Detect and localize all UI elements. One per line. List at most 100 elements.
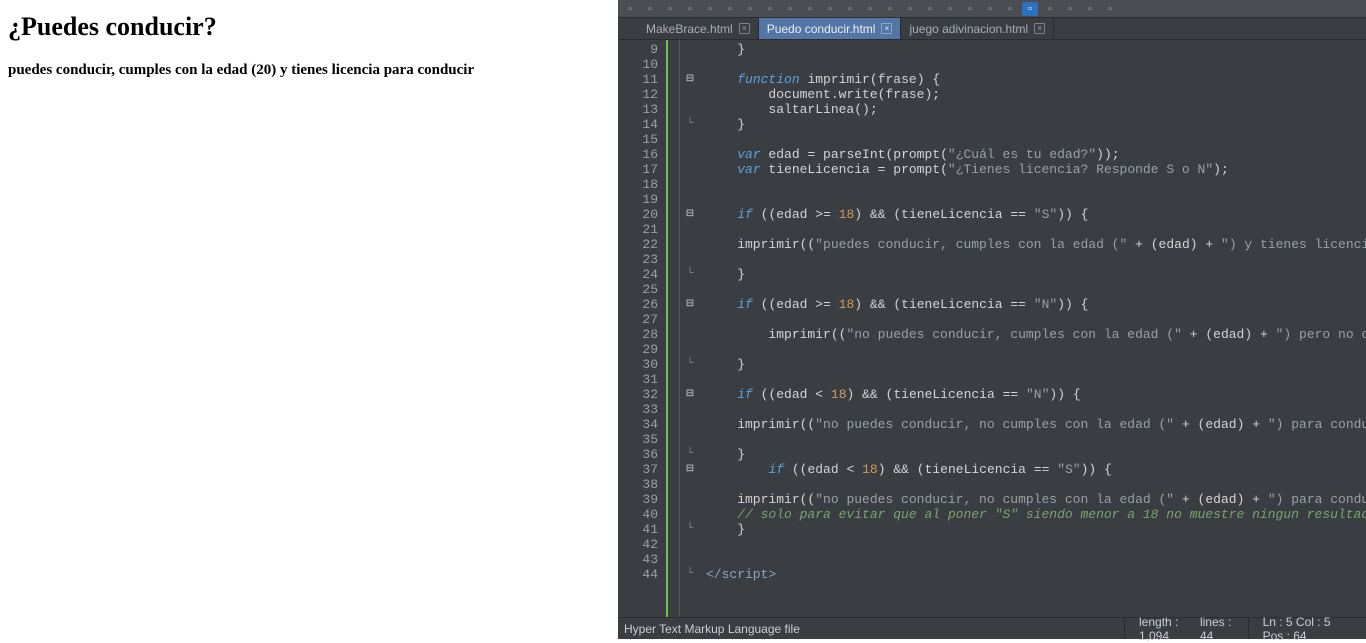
fold-empty [680, 537, 700, 552]
browser-output-pane: ¿Puedes conducir? puedes conducir, cumpl… [0, 0, 618, 639]
fold-empty [680, 282, 700, 297]
fold-end-icon [680, 357, 700, 372]
zoom-out-icon[interactable]: ▫ [902, 2, 918, 16]
line-number: 29 [618, 342, 658, 357]
editor-toolbar: ▫ ▫ ▫ ▫ ▫ ▫ ▫ ▫ ▫ ▫ ▫ ▫ ▫ ▫ ▫ ▫ ▫ ▫ ▫ ▫ ▫ ▫ ▫ ▫ ▫ [618, 0, 1366, 18]
fold-end-icon [680, 267, 700, 282]
macro-stop-icon[interactable]: ▫ [1102, 2, 1118, 16]
code-line[interactable]: } [706, 42, 1366, 57]
fold-icon[interactable]: ▫ [1022, 2, 1038, 16]
fold-empty [680, 417, 700, 432]
line-number: 42 [618, 537, 658, 552]
replace-icon[interactable]: ▫ [862, 2, 878, 16]
print-icon[interactable]: ▫ [722, 2, 738, 16]
show-all-icon[interactable]: ▫ [962, 2, 978, 16]
code-line[interactable] [706, 537, 1366, 552]
code-line[interactable]: document.write(frase); [706, 87, 1366, 102]
code-text[interactable]: } function imprimir(frase) { document.wr… [700, 40, 1366, 617]
macro-rec-icon[interactable]: ▫ [1062, 2, 1078, 16]
line-number: 35 [618, 432, 658, 447]
new-icon[interactable]: ▫ [622, 2, 638, 16]
find-icon[interactable]: ▫ [842, 2, 858, 16]
code-line[interactable] [706, 552, 1366, 567]
code-line[interactable] [706, 192, 1366, 207]
fold-empty [680, 402, 700, 417]
save-all-icon[interactable]: ▫ [682, 2, 698, 16]
code-line[interactable] [706, 252, 1366, 267]
undo-icon[interactable]: ▫ [802, 2, 818, 16]
line-number: 9 [618, 42, 658, 57]
code-line[interactable]: imprimir(("no puedes conducir, cumples c… [706, 327, 1366, 342]
fold-empty [680, 477, 700, 492]
code-line[interactable]: saltarLinea(); [706, 102, 1366, 117]
tab-makebrace-html[interactable]: MakeBrace.html× [638, 18, 759, 39]
close-icon[interactable]: × [739, 23, 750, 34]
code-line[interactable] [706, 132, 1366, 147]
tab-label: juego adivinacion.html [909, 22, 1028, 36]
code-line[interactable]: function imprimir(frase) { [706, 72, 1366, 87]
tab-puedo-conducir-html[interactable]: Puedo conducir.html× [759, 18, 902, 39]
code-line[interactable]: imprimir(("no puedes conducir, no cumple… [706, 492, 1366, 507]
status-position: Ln : 5 Col : 5 Pos : 64 [1248, 618, 1360, 639]
code-line[interactable] [706, 177, 1366, 192]
fold-empty [680, 87, 700, 102]
code-line[interactable] [706, 402, 1366, 417]
indent-icon[interactable]: ▫ [982, 2, 998, 16]
fold-empty [680, 147, 700, 162]
code-line[interactable] [706, 372, 1366, 387]
line-number: 13 [618, 102, 658, 117]
fold-empty [680, 222, 700, 237]
code-area[interactable]: 9101112131415161718192021222324252627282… [618, 40, 1366, 617]
code-line[interactable]: } [706, 267, 1366, 282]
paste-icon[interactable]: ▫ [782, 2, 798, 16]
close-icon[interactable]: × [881, 23, 892, 34]
tab-juego-adivinacion-html[interactable]: juego adivinacion.html × [901, 18, 1054, 39]
close-icon[interactable]: ▫ [702, 2, 718, 16]
code-line[interactable]: if ((edad >= 18) && (tieneLicencia == "N… [706, 297, 1366, 312]
copy-icon[interactable]: ▫ [762, 2, 778, 16]
wrap-icon[interactable]: ▫ [942, 2, 958, 16]
outdent-icon[interactable]: ▫ [1002, 2, 1018, 16]
code-line[interactable] [706, 57, 1366, 72]
fold-toggle-icon[interactable] [680, 462, 700, 477]
fold-empty [680, 327, 700, 342]
code-line[interactable]: } [706, 117, 1366, 132]
code-line[interactable]: } [706, 447, 1366, 462]
unfold-icon[interactable]: ▫ [1042, 2, 1058, 16]
line-number: 40 [618, 507, 658, 522]
fold-column[interactable] [680, 40, 700, 617]
redo-icon[interactable]: ▫ [822, 2, 838, 16]
code-line[interactable] [706, 312, 1366, 327]
fold-empty [680, 192, 700, 207]
code-line[interactable]: // solo para evitar que al poner "S" sie… [706, 507, 1366, 522]
code-line[interactable] [706, 342, 1366, 357]
code-line[interactable]: </script> [706, 567, 1366, 582]
code-line[interactable]: imprimir(("no puedes conducir, no cumple… [706, 417, 1366, 432]
code-line[interactable] [706, 477, 1366, 492]
zoom-in-icon[interactable]: ▫ [882, 2, 898, 16]
fold-toggle-icon[interactable] [680, 387, 700, 402]
fold-empty [680, 42, 700, 57]
save-icon[interactable]: ▫ [662, 2, 678, 16]
fold-empty [680, 432, 700, 447]
code-line[interactable]: if ((edad < 18) && (tieneLicencia == "N"… [706, 387, 1366, 402]
macro-play-icon[interactable]: ▫ [1082, 2, 1098, 16]
close-icon[interactable]: × [1034, 23, 1045, 34]
code-line[interactable]: } [706, 522, 1366, 537]
code-line[interactable] [706, 282, 1366, 297]
sync-icon[interactable]: ▫ [922, 2, 938, 16]
fold-toggle-icon[interactable] [680, 72, 700, 87]
code-line[interactable]: imprimir(("puedes conducir, cumples con … [706, 237, 1366, 252]
code-line[interactable]: } [706, 357, 1366, 372]
code-line[interactable]: if ((edad < 18) && (tieneLicencia == "S"… [706, 462, 1366, 477]
code-line[interactable]: if ((edad >= 18) && (tieneLicencia == "S… [706, 207, 1366, 222]
line-number: 33 [618, 402, 658, 417]
code-line[interactable]: var tieneLicencia = prompt("¿Tienes lice… [706, 162, 1366, 177]
fold-toggle-icon[interactable] [680, 297, 700, 312]
fold-toggle-icon[interactable] [680, 207, 700, 222]
cut-icon[interactable]: ▫ [742, 2, 758, 16]
code-line[interactable]: var edad = parseInt(prompt("¿Cuál es tu … [706, 147, 1366, 162]
open-icon[interactable]: ▫ [642, 2, 658, 16]
code-line[interactable] [706, 432, 1366, 447]
code-line[interactable] [706, 222, 1366, 237]
